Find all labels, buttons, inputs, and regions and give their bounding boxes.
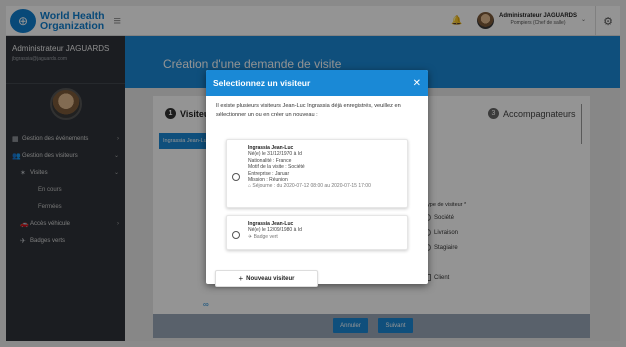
visitor-option-2[interactable]: Ingrassia Jean-Luc Né(e) le 12/09/1980 à… bbox=[226, 215, 408, 250]
visitor-radio[interactable] bbox=[232, 231, 240, 239]
new-visitor-button[interactable]: + Nouveau visiteur bbox=[215, 270, 318, 287]
visitor-details: Ingrassia Jean-Luc Né(e) le 12/09/1980 à… bbox=[248, 221, 302, 240]
visitor-stay-text: Séjourne : du 2020-07-12 08:00 au 2020-0… bbox=[252, 183, 371, 190]
visitor-option-1[interactable]: Ingrassia Jean-Luc Né(e) le 31/12/1970 à… bbox=[226, 139, 408, 208]
app-page: ⊕ World Health Organization ≡ Administra… bbox=[6, 6, 620, 341]
modal-message: Il existe plusieurs visiteurs Jean-Luc I… bbox=[216, 103, 401, 118]
visitor-badge: ✈ Badge vert bbox=[248, 234, 302, 240]
select-visitor-modal: Selectionnez un visiteur ✕ Il existe plu… bbox=[206, 70, 428, 287]
modal-header: Selectionnez un visiteur ✕ bbox=[206, 70, 428, 96]
visitor-stay: ⌂ Séjourne : du 2020-07-12 08:00 au 2020… bbox=[248, 183, 371, 189]
visitor-badge-text: Badge vert bbox=[253, 233, 278, 240]
close-icon[interactable]: ✕ bbox=[413, 78, 421, 89]
new-visitor-label: Nouveau visiteur bbox=[246, 275, 295, 282]
visitor-radio[interactable] bbox=[232, 173, 240, 181]
plus-icon: + bbox=[238, 274, 244, 283]
modal-title: Selectionnez un visiteur bbox=[213, 78, 311, 88]
visitor-details: Ingrassia Jean-Luc Né(e) le 31/12/1970 à… bbox=[248, 145, 371, 190]
